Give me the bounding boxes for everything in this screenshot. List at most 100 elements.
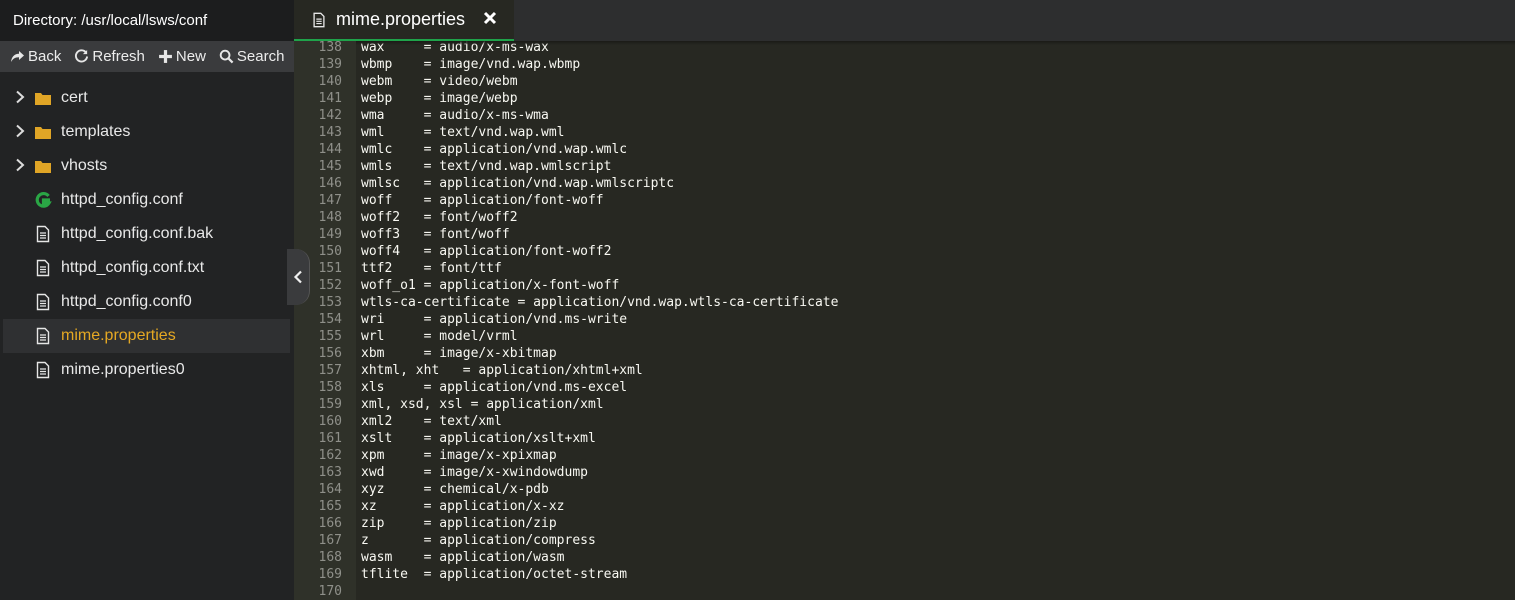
tree-item-httpd-config-conf-bak[interactable]: httpd_config.conf.bak [0,217,294,251]
line-number: 139 [318,57,342,72]
file-manager-sidebar: Directory: /usr/local/lsws/conf Back Ref… [0,0,294,600]
share-arrow-icon [11,51,24,62]
line-number: 155 [318,329,342,344]
tree-item-httpd-config-conf0[interactable]: httpd_config.conf0 [0,285,294,319]
line-text[interactable]: wbmp = image/vnd.wap.wbmp [356,56,580,73]
line-text[interactable]: webp = image/webp [356,90,518,107]
tree-item-vhosts[interactable]: vhosts [0,149,294,183]
tree-item-cert[interactable]: cert [0,81,294,115]
line-number: 157 [318,363,342,378]
line-text[interactable]: wasm = application/wasm [356,549,565,566]
code-line: 142 wma = audio/x-ms-wma [294,107,1515,124]
line-text[interactable]: wma = audio/x-ms-wma [356,107,549,124]
code-line: 152 woff_o1 = application/x-font-woff [294,277,1515,294]
line-text[interactable]: wtls-ca-certificate = application/vnd.wa… [356,294,838,311]
code-line: 168 wasm = application/wasm [294,549,1515,566]
line-text[interactable]: xz = application/x-xz [356,498,565,515]
line-text[interactable]: xls = application/vnd.ms-excel [356,379,627,396]
tree-item-label: mime.properties0 [61,361,185,378]
line-number: 165 [318,499,342,514]
code-line: 156 xbm = image/x-xbitmap [294,345,1515,362]
line-number: 156 [318,346,342,361]
code-line: 167 z = application/compress [294,532,1515,549]
line-text[interactable]: xpm = image/x-xpixmap [356,447,557,464]
file-toolbar: Back Refresh New Search [0,41,294,72]
line-text[interactable]: woff2 = font/woff2 [356,209,518,226]
line-text[interactable]: z = application/compress [356,532,596,549]
line-text[interactable]: xbm = image/x-xbitmap [356,345,557,362]
line-number: 140 [318,74,342,89]
tree-item-mime-properties0[interactable]: mime.properties0 [0,353,294,387]
code-editor[interactable]: 138 wax = audio/x-ms-wax 139 wbmp = image/v… [294,40,1515,600]
refresh-button[interactable]: Refresh [74,48,145,65]
line-number: 168 [318,550,342,565]
code-line: 159 xml, xsd, xsl = application/xml [294,396,1515,413]
line-text[interactable]: wmlsc = application/vnd.wap.wmlscriptc [356,175,674,192]
tree-item-label: httpd_config.conf [61,191,183,208]
code-line: 151 ttf2 = font/ttf [294,260,1515,277]
tree-item-httpd-config-conf[interactable]: httpd_config.conf [0,183,294,217]
line-number: 159 [318,397,342,412]
close-icon[interactable] [482,10,498,26]
line-number: 146 [318,176,342,191]
line-text[interactable]: woff = application/font-woff [356,192,604,209]
folder-icon [35,161,51,173]
config-file-icon [35,191,52,208]
tree-item-label: templates [61,123,131,140]
line-text[interactable]: wml = text/vnd.wap.wml [356,124,565,141]
search-icon [219,49,234,64]
tab-mime-properties[interactable]: mime.properties [294,0,514,41]
back-button[interactable]: Back [10,48,61,65]
line-text[interactable]: xml, xsd, xsl = application/xml [356,396,604,413]
code-line: 163 xwd = image/x-xwindowdump [294,464,1515,481]
file-tree: cert templates vhosts httpd_config.conf … [0,81,294,387]
line-text[interactable]: tflite = application/octet-stream [356,566,627,583]
new-button[interactable]: New [158,48,206,65]
line-number: 142 [318,108,342,123]
code-line: 141 webp = image/webp [294,90,1515,107]
line-number: 144 [318,142,342,157]
line-text[interactable]: xslt = application/xslt+xml [356,430,596,447]
line-text[interactable]: ttf2 = font/ttf [356,260,502,277]
code-line: 144 wmlc = application/vnd.wap.wmlc [294,141,1515,158]
line-text[interactable]: xyz = chemical/x-pdb [356,481,549,498]
line-text[interactable]: wrl = model/vrml [356,328,518,345]
line-text[interactable]: woff_o1 = application/x-font-woff [356,277,619,294]
line-text[interactable]: xhtml, xht = application/xhtml+xml [356,362,643,379]
code-line: 166 zip = application/zip [294,515,1515,532]
new-button-label: New [175,48,206,65]
line-text[interactable]: wri = application/vnd.ms-write [356,311,627,328]
line-text[interactable] [356,583,361,600]
code-line: 139 wbmp = image/vnd.wap.wbmp [294,56,1515,73]
document-icon [36,361,50,379]
code-line: 155 wrl = model/vrml [294,328,1515,345]
line-number: 138 [318,40,342,55]
line-text[interactable]: zip = application/zip [356,515,557,532]
plus-icon [158,50,172,63]
refresh-icon [75,49,89,63]
document-icon [36,225,50,243]
line-text[interactable]: woff4 = application/font-woff2 [356,243,611,260]
code-line: 170 [294,583,1515,600]
sidebar-collapse-button[interactable] [287,249,310,305]
line-text[interactable]: wmls = text/vnd.wap.wmlscript [356,158,611,175]
line-text[interactable]: woff3 = font/woff [356,226,510,243]
refresh-button-label: Refresh [92,48,145,65]
chevron-right-icon[interactable] [14,158,26,172]
code-line: 161 xslt = application/xslt+xml [294,430,1515,447]
code-line: 164 xyz = chemical/x-pdb [294,481,1515,498]
code-line: 147 woff = application/font-woff [294,192,1515,209]
line-text[interactable]: xwd = image/x-xwindowdump [356,464,588,481]
line-text[interactable]: xml2 = text/xml [356,413,502,430]
code-line: 154 wri = application/vnd.ms-write [294,311,1515,328]
line-text[interactable]: wmlc = application/vnd.wap.wmlc [356,141,627,158]
document-icon [36,259,50,277]
line-text[interactable]: webm = video/webm [356,73,518,90]
tree-item-httpd-config-conf-txt[interactable]: httpd_config.conf.txt [0,251,294,285]
code-line: 169 tflite = application/octet-stream [294,566,1515,583]
chevron-right-icon[interactable] [14,90,26,104]
search-button[interactable]: Search [219,48,284,65]
tree-item-templates[interactable]: templates [0,115,294,149]
tree-item-mime-properties[interactable]: mime.properties [3,319,290,353]
chevron-right-icon[interactable] [14,124,26,138]
